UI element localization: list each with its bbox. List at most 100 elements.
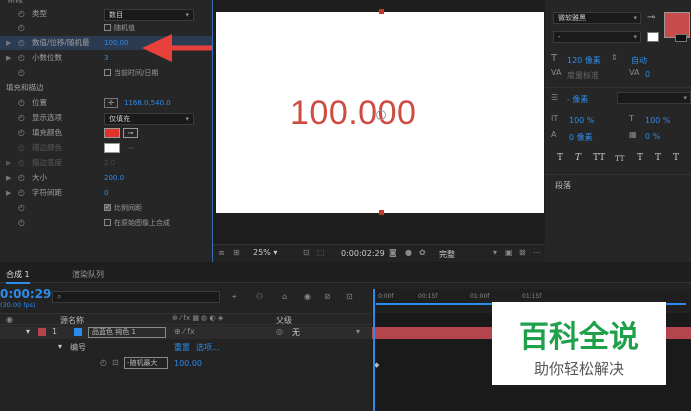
proportional-checkbox[interactable]: ✓: [104, 203, 111, 211]
mask-icon[interactable]: ⧈: [219, 248, 224, 258]
tracking-field[interactable]: 0: [104, 186, 108, 200]
twirl-icon[interactable]: ▶: [6, 156, 11, 170]
canvas-text[interactable]: 100.000: [290, 94, 416, 133]
motion-blur-icon[interactable]: ◉: [304, 292, 311, 301]
all-caps-button[interactable]: TT: [593, 153, 605, 163]
switch-icon[interactable]: ⊕ ⁄ fx: [174, 327, 195, 336]
value-field[interactable]: 100.00: [104, 36, 129, 50]
stopwatch-icon[interactable]: ◴: [18, 36, 25, 50]
stopwatch-icon[interactable]: ◴: [18, 216, 25, 230]
shy-icon[interactable]: ⚇: [256, 292, 263, 301]
channel-icon[interactable]: ●: [405, 248, 412, 257]
pickwhip-icon[interactable]: ◎: [276, 327, 283, 336]
fit-icon[interactable]: ⊡: [303, 248, 310, 257]
crosshair-icon[interactable]: ✛: [104, 98, 118, 108]
stopwatch-icon[interactable]: ◴: [18, 66, 25, 80]
italic-button[interactable]: T: [575, 153, 581, 163]
stopwatch-icon[interactable]: ◴: [18, 126, 25, 140]
eyedropper-icon[interactable]: ⊸: [123, 143, 138, 153]
paragraph-tab[interactable]: 段落: [555, 180, 571, 191]
black-swatch[interactable]: [675, 34, 687, 42]
search-input[interactable]: ⌕: [52, 291, 220, 303]
white-swatch[interactable]: [647, 32, 659, 42]
position-field[interactable]: 1168.0,540.0: [124, 96, 171, 110]
eyedropper-icon[interactable]: ⊸: [647, 12, 655, 23]
graph-editor-icon[interactable]: ⊘: [324, 292, 331, 301]
handle[interactable]: [379, 210, 384, 215]
options-link[interactable]: 选项...: [196, 342, 220, 353]
subscript-button[interactable]: T: [655, 153, 661, 163]
stopwatch-icon[interactable]: ◴: [18, 186, 25, 200]
parent-dropdown[interactable]: 无: [292, 327, 300, 338]
stopwatch-icon[interactable]: ◴: [18, 96, 25, 110]
display-dropdown[interactable]: 仅填充 ▾: [104, 113, 194, 125]
twirl-icon[interactable]: ▶: [6, 36, 11, 50]
composition-canvas[interactable]: 100.000: [216, 9, 544, 215]
superscript-button[interactable]: T: [637, 153, 643, 163]
label-color[interactable]: [38, 328, 46, 336]
current-time-checkbox[interactable]: [104, 68, 111, 76]
decimals-field[interactable]: 3: [104, 51, 108, 65]
grid-icon[interactable]: ⊞: [233, 248, 240, 257]
camera-icon[interactable]: ◙: [389, 248, 397, 257]
dropdown-arrow-icon[interactable]: ▾: [356, 327, 360, 336]
property-value[interactable]: 100.00: [174, 359, 202, 368]
viewer-timecode[interactable]: 0:00:02:29: [341, 249, 385, 258]
handle[interactable]: [379, 9, 384, 14]
kerning-icon: VA: [551, 68, 562, 77]
stopwatch-icon[interactable]: ◴: [18, 51, 25, 65]
color-wheel-icon[interactable]: ✿: [419, 248, 426, 257]
font-style-dropdown[interactable]: - ▾: [553, 31, 641, 43]
more-icon[interactable]: ⋯: [533, 248, 541, 257]
reset-link[interactable]: 重置: [174, 342, 190, 353]
graph-icon[interactable]: ⊡: [346, 292, 353, 301]
region-icon[interactable]: ⬚: [317, 248, 325, 257]
composition-icon[interactable]: ⌖: [232, 292, 237, 302]
small-caps-button[interactable]: TT: [615, 155, 624, 163]
composite-checkbox[interactable]: [104, 218, 111, 226]
roi-icon[interactable]: ▣: [505, 248, 513, 257]
dropdown-arrow-icon[interactable]: ▾: [493, 248, 497, 257]
transparency-grid-icon[interactable]: ⊠: [519, 248, 526, 257]
twirl-down-icon[interactable]: ▾: [58, 342, 62, 351]
playhead[interactable]: [373, 289, 375, 411]
twirl-icon[interactable]: ▶: [6, 51, 11, 65]
effect-row-numbers: ▾ 编号 重置 选项...: [58, 342, 220, 353]
twirl-icon[interactable]: ▶: [6, 186, 11, 200]
layer-name-field[interactable]: 品蓝色 纯色 1: [88, 327, 166, 338]
stopwatch-icon[interactable]: ◴: [18, 201, 25, 215]
random-checkbox[interactable]: [104, 23, 111, 31]
tab-comp[interactable]: 合成 1: [6, 269, 30, 284]
stroke-color-swatch[interactable]: [104, 143, 120, 153]
tab-render-queue[interactable]: 渲染队列: [72, 269, 104, 280]
horizontal-scale-icon: T: [629, 114, 634, 123]
twirl-down-icon[interactable]: ▾: [26, 327, 30, 336]
quality-dropdown[interactable]: 完整: [439, 249, 455, 260]
twirl-icon[interactable]: ▶: [6, 171, 11, 185]
type-dropdown[interactable]: 数目 ▾: [104, 9, 194, 21]
faux-button[interactable]: T: [673, 153, 679, 163]
anchor-point-icon[interactable]: [376, 110, 386, 120]
stopwatch-icon[interactable]: ◴: [18, 7, 25, 21]
stopwatch-icon[interactable]: ◴: [100, 358, 107, 367]
graph-icon[interactable]: ⊡: [112, 358, 119, 367]
prop-stroke-color: ◴ 描边颜色 ⊸: [0, 141, 212, 155]
stopwatch-icon[interactable]: ◴: [18, 111, 25, 125]
text-style-buttons: T T TT TT T T T: [557, 153, 687, 165]
stopwatch-icon[interactable]: ◴: [18, 141, 25, 155]
stopwatch-icon[interactable]: ◴: [18, 171, 25, 185]
layer-row[interactable]: ▾ 1 品蓝色 纯色 1 ⊕ ⁄ fx ◎ 无 ▾: [0, 326, 372, 339]
stopwatch-icon[interactable]: ◴: [18, 156, 25, 170]
bold-button[interactable]: T: [557, 153, 563, 163]
timeline-timecode[interactable]: 0:00:29: [0, 287, 51, 301]
prop-current-time: ◴ 当前时间/日期: [0, 66, 212, 80]
size-field[interactable]: 200.0: [104, 171, 124, 185]
eye-icon[interactable]: ◉: [6, 315, 13, 324]
stroke-order-dropdown[interactable]: ▾: [617, 92, 691, 104]
font-family-dropdown[interactable]: 微软雅黑 ▾: [553, 12, 641, 24]
zoom-dropdown[interactable]: 25% ▾: [253, 248, 277, 257]
eyedropper-icon[interactable]: ⊸: [123, 128, 138, 138]
stopwatch-icon[interactable]: ◴: [18, 21, 25, 35]
fill-color-swatch[interactable]: [104, 128, 120, 138]
frame-blend-icon[interactable]: ⌂: [282, 292, 287, 301]
